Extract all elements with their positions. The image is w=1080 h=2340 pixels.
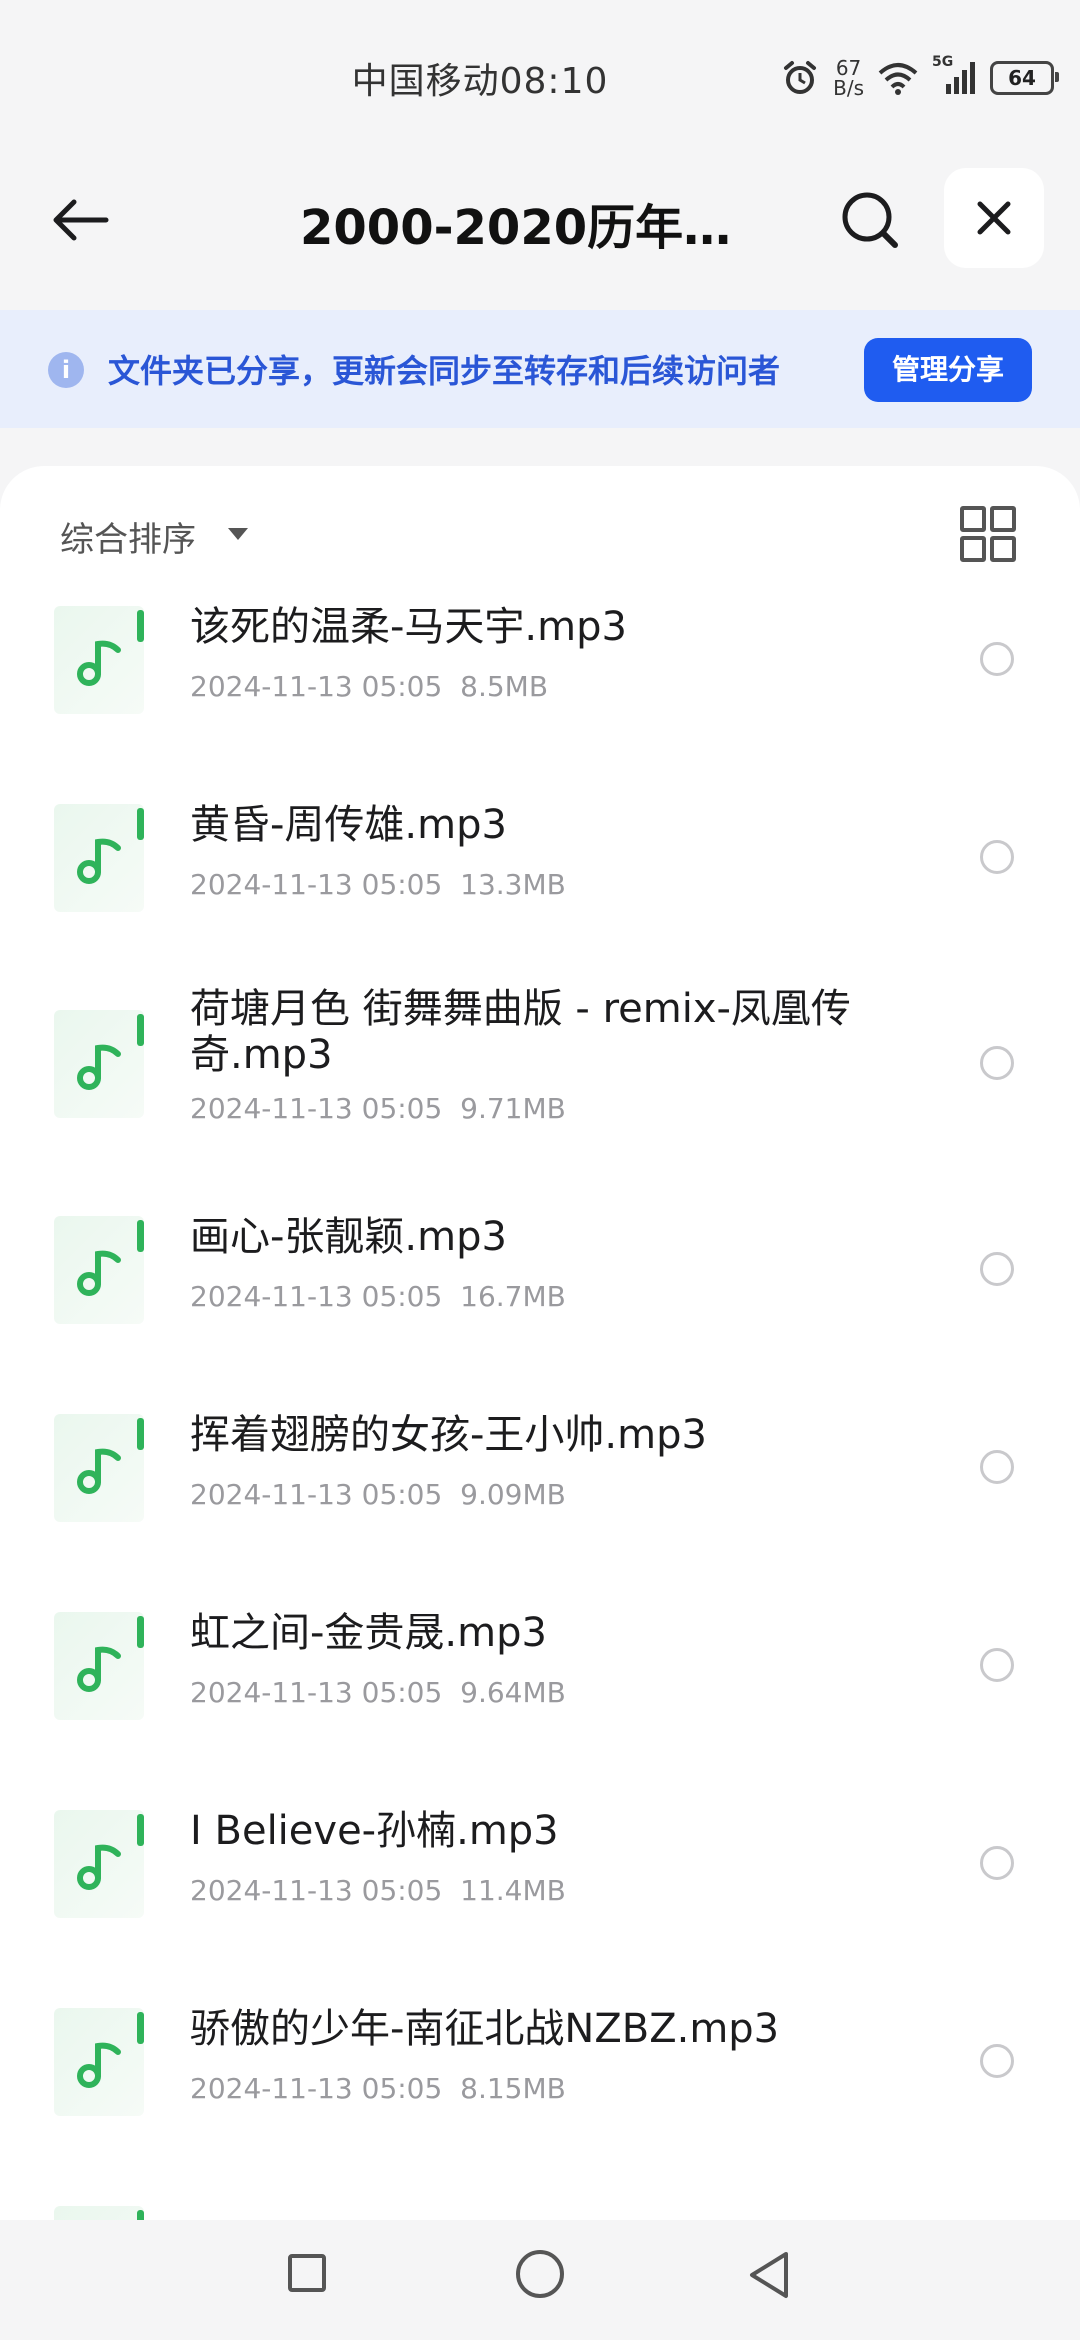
share-banner-text: 文件夹已分享，更新会同步至转存和后续访问者 (108, 352, 781, 390)
select-checkbox[interactable] (980, 1450, 1014, 1484)
file-name: 骄傲的少年-南征北战NZBZ.mp3 (190, 2006, 780, 2052)
file-meta: 2024-11-13 05:05 11.4MB (190, 1874, 566, 1907)
music-note-icon (77, 1250, 121, 1296)
file-meta: 2024-11-13 05:05 8.5MB (190, 670, 549, 703)
music-note-icon (77, 1448, 121, 1494)
file-name: 黄昏-周传雄.mp3 (190, 802, 507, 848)
music-file-thumb (54, 1612, 144, 1720)
cellular-signal-icon: 5G (932, 54, 976, 96)
sort-toolbar: 综合排序 (0, 466, 1080, 606)
alarm-icon (784, 61, 817, 94)
select-checkbox[interactable] (980, 1648, 1014, 1682)
battery-icon: 64 (990, 61, 1059, 95)
search-button[interactable] (830, 180, 910, 260)
select-checkbox[interactable] (980, 1846, 1014, 1880)
file-meta: 2024-11-13 05:05 9.64MB (190, 1676, 566, 1709)
grid-icon-cell (960, 536, 986, 562)
music-file-thumb (54, 1216, 144, 1324)
status-bar: 中国移动08:10 67 B/s 5G 64 (0, 0, 1080, 150)
select-checkbox[interactable] (980, 2044, 1014, 2078)
file-name: 虹之间-金贵晟.mp3 (190, 1610, 547, 1656)
system-nav-bar (0, 2220, 1080, 2340)
status-icons: 67 B/s 5G 64 (781, 54, 1059, 100)
music-note-icon (77, 838, 121, 884)
close-icon (977, 201, 1011, 235)
music-note-icon (77, 1044, 121, 1090)
select-checkbox[interactable] (980, 642, 1014, 676)
close-button[interactable] (944, 168, 1044, 268)
select-checkbox[interactable] (980, 1046, 1014, 1080)
file-meta: 2024-11-13 05:05 16.7MB (190, 1280, 566, 1313)
music-file-thumb (54, 1810, 144, 1918)
grid-icon-cell (990, 536, 1016, 562)
file-meta: 2024-11-13 05:05 9.71MB (190, 1092, 566, 1125)
arrow-left-icon (53, 199, 109, 241)
music-note-icon (77, 2042, 121, 2088)
net-speed: 67 B/s (833, 56, 864, 100)
back-button[interactable] (40, 180, 120, 260)
file-meta: 2024-11-13 05:05 9.09MB (190, 1478, 566, 1511)
carrier-name: 中国移动 (351, 61, 500, 102)
file-name: 画心-张靓颖.mp3 (190, 1214, 507, 1260)
music-file-thumb (54, 2206, 144, 2220)
music-note-icon (77, 640, 121, 686)
share-banner: i 文件夹已分享，更新会同步至转存和后续访问者 管理分享 (0, 310, 1080, 428)
info-icon: i (48, 352, 84, 388)
music-file-thumb (54, 1010, 144, 1118)
music-file-thumb (54, 1414, 144, 1522)
grid-icon-cell (990, 506, 1016, 532)
music-file-thumb (54, 2008, 144, 2116)
music-note-icon (77, 1844, 121, 1890)
select-checkbox[interactable] (980, 840, 1014, 874)
search-icon (842, 192, 898, 248)
grid-icon-cell (960, 506, 986, 532)
wifi-icon (878, 63, 918, 95)
manage-share-button[interactable]: 管理分享 (864, 338, 1032, 402)
file-name: I Believe-孙楠.mp3 (190, 1808, 559, 1854)
grid-view-button[interactable] (960, 506, 1016, 562)
music-note-icon (77, 1646, 121, 1692)
recents-button[interactable] (288, 2254, 326, 2292)
file-list-card: 综合排序 该死的温柔-马天宇.mp3 2024-11-13 05:05 8.5M… (0, 466, 1080, 2220)
sort-dropdown[interactable]: 综合排序 (60, 512, 196, 561)
home-button[interactable] (516, 2250, 564, 2298)
page-title: 2000-2020历年华… (300, 200, 770, 256)
nav-back-button[interactable] (746, 2250, 790, 2300)
file-name: 荷塘月色 街舞舞曲版 - remix-凤凰传奇.mp3 (190, 986, 851, 1078)
file-name: 该死的温柔-马天宇.mp3 (190, 604, 627, 650)
select-checkbox[interactable] (980, 1252, 1014, 1286)
file-name: 挥着翅膀的女孩-王小帅.mp3 (190, 1412, 707, 1458)
music-file-thumb (54, 606, 144, 714)
top-app-bar: 2000-2020历年华… (0, 160, 1080, 280)
clock: 08:10 (499, 61, 609, 102)
caret-down-icon[interactable] (228, 528, 248, 540)
file-meta: 2024-11-13 05:05 8.15MB (190, 2072, 566, 2105)
music-file-thumb (54, 804, 144, 912)
file-meta: 2024-11-13 05:05 13.3MB (190, 868, 566, 901)
